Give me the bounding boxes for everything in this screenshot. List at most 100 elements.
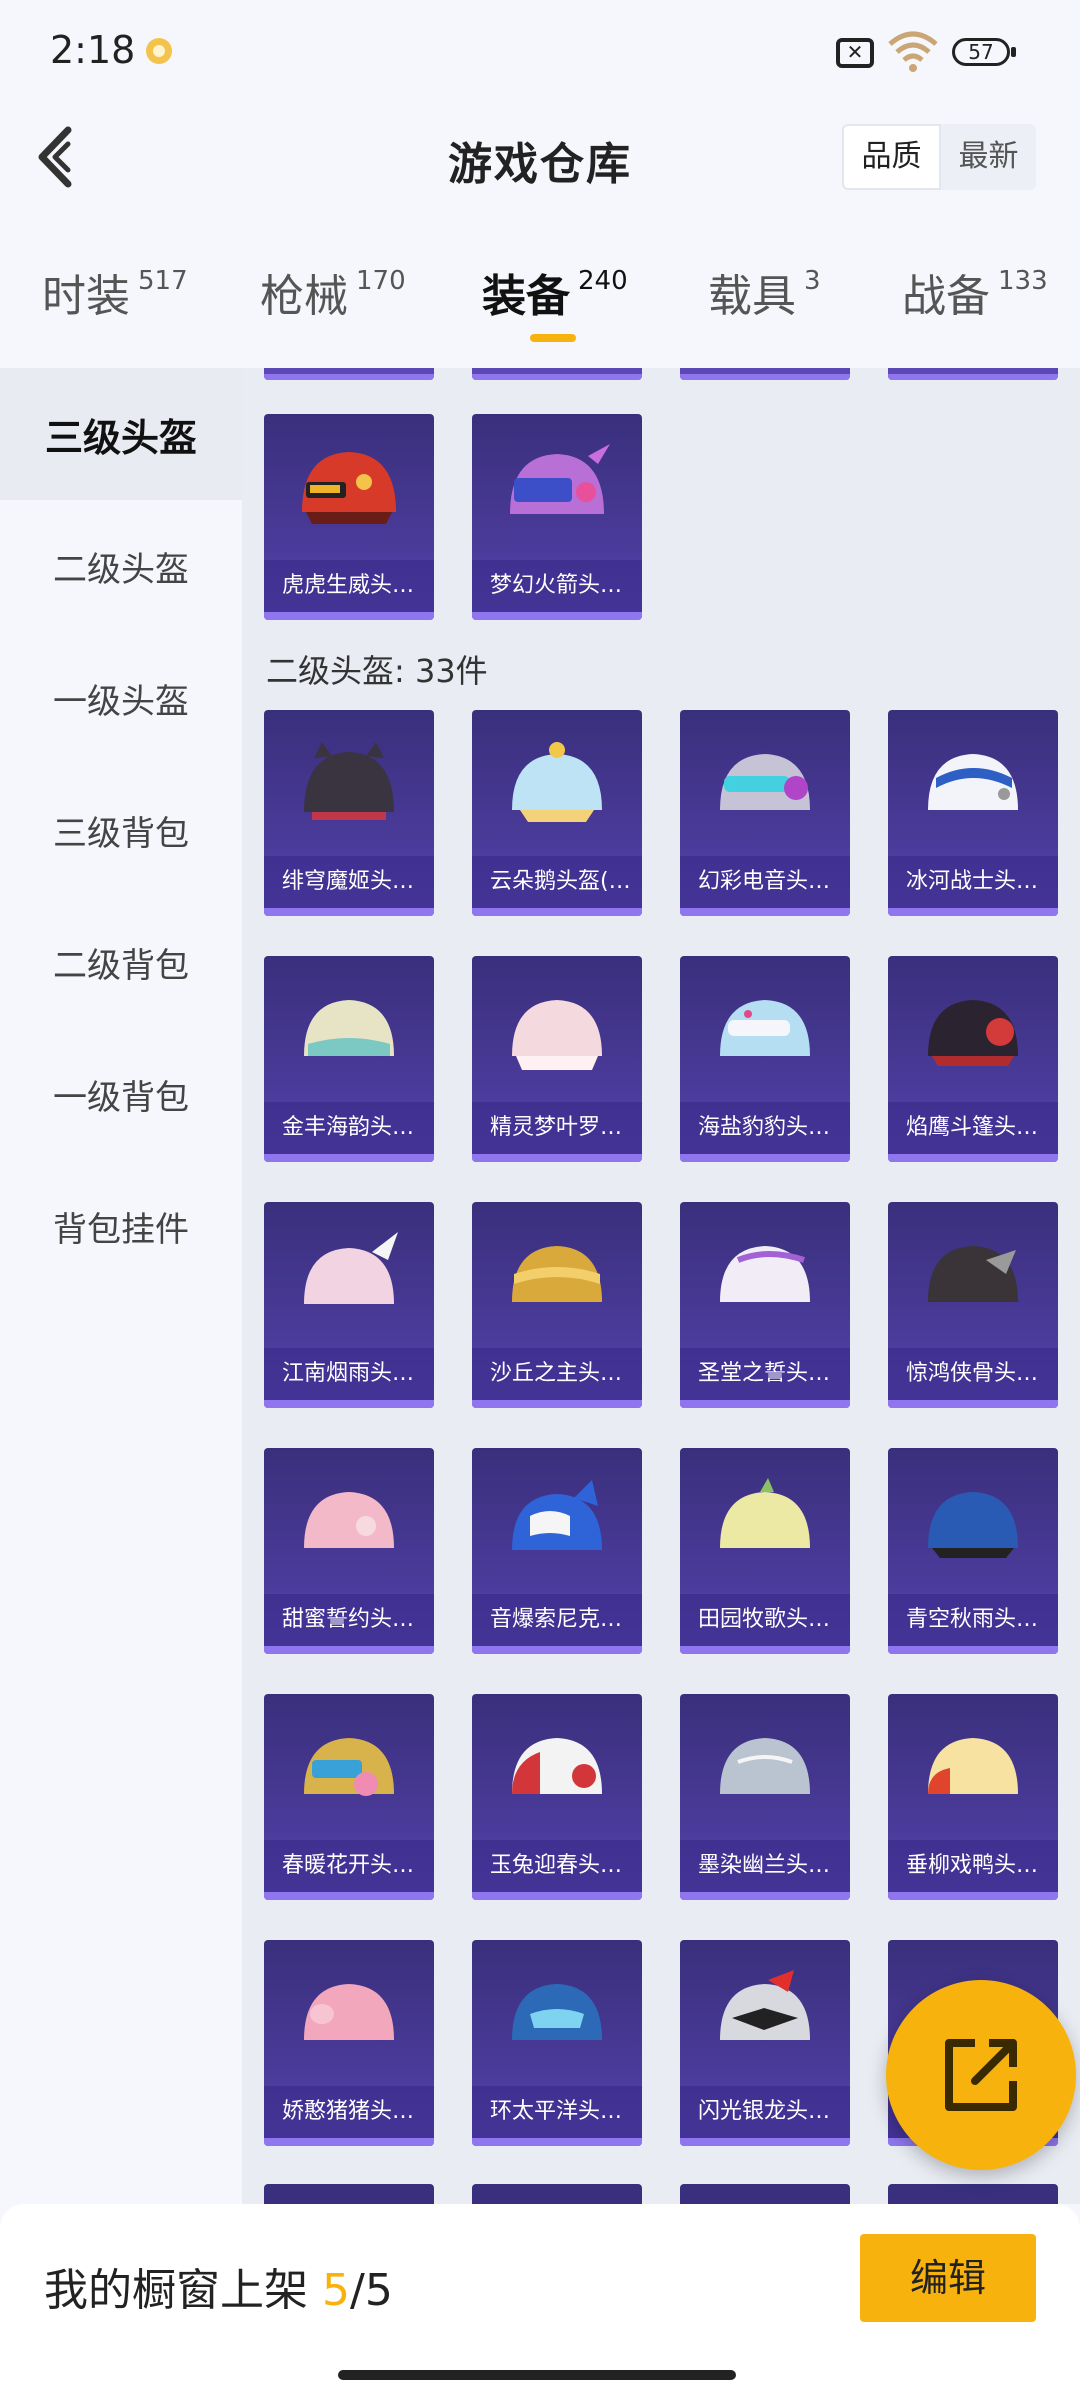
helmet-icon [304, 1492, 394, 1548]
tab-count: 3 [804, 266, 821, 296]
helmet-icon [512, 1984, 602, 2040]
item-name: 春暖花开头… [264, 1840, 434, 1892]
helmet-icon [928, 1738, 1018, 1794]
helmet-icon [720, 1000, 810, 1056]
sidebar-item-level1-backpack[interactable]: 一级背包 [0, 1028, 242, 1160]
helmet-icon [304, 1000, 394, 1056]
share-button[interactable] [886, 1980, 1076, 2170]
item-name: 沙丘之主头… [472, 1348, 642, 1400]
item-name: 环太平洋头… [472, 2086, 642, 2138]
item-name: 焰鹰斗篷头… [888, 1102, 1058, 1154]
item-name: 江南烟雨头… [264, 1348, 434, 1400]
item-tile[interactable]: 海盐豹豹头… [680, 956, 850, 1162]
helmet-icon [928, 1000, 1018, 1066]
list-item[interactable] [472, 2184, 642, 2204]
item-tile[interactable]: 田园牧歌头… [680, 1448, 850, 1654]
sidebar-item-level3-helmet[interactable]: 三级头盔 [0, 368, 242, 500]
item-name: 墨染幽兰头… [680, 1840, 850, 1892]
item-tile[interactable]: 精灵梦叶罗… [472, 956, 642, 1162]
helmet-icon [304, 1984, 394, 2040]
list-item[interactable] [264, 2184, 434, 2204]
sidebar-item-level2-backpack[interactable]: 二级背包 [0, 896, 242, 1028]
item-tile[interactable]: 娇憨猪猪头… [264, 1940, 434, 2146]
item-tile[interactable]: 沙丘之主头… [472, 1202, 642, 1408]
helmet-icon [720, 1246, 810, 1302]
helmet-icon [928, 1492, 1018, 1558]
item-name: 闪光银龙头… [680, 2086, 850, 2138]
item-tile[interactable]: 玉兔迎春头… [472, 1694, 642, 1900]
helmet-icon [512, 1000, 602, 1070]
sort-quality-button[interactable]: 品质 [842, 124, 941, 190]
item-name: 甜蜜誓约头… [264, 1594, 434, 1646]
item-tile[interactable]: 青空秋雨头… [888, 1448, 1058, 1654]
list-item[interactable] [680, 368, 850, 380]
item-tile[interactable]: 音爆索尼克… [472, 1448, 642, 1654]
tab-label: 时装 [42, 271, 130, 322]
notification-icon [146, 38, 172, 64]
list-item[interactable] [888, 2184, 1058, 2204]
item-tile[interactable]: 圣堂之誓头… [680, 1202, 850, 1408]
sidebar: 三级头盔 二级头盔 一级头盔 三级背包 二级背包 一级背包 背包挂件 [0, 368, 242, 2204]
sort-toggle[interactable]: 品质 最新 [842, 124, 1036, 190]
tab-fashion[interactable]: 时装 517 [42, 260, 188, 324]
item-name: 娇憨猪猪头… [264, 2086, 434, 2138]
item-tile[interactable]: 焰鹰斗篷头… [888, 956, 1058, 1162]
helmet-icon [304, 742, 394, 820]
list-item[interactable] [472, 368, 642, 380]
tab-equipment[interactable]: 装备 240 [482, 260, 628, 324]
item-grid: 虎虎生威头… 梦幻火箭头… 二级头盔: 33件 绯穹魔姬头… 云朵鹅头盔(… 幻… [242, 368, 1080, 2204]
home-indicator[interactable] [338, 2370, 736, 2380]
helmet-icon [512, 742, 602, 822]
item-tile[interactable]: 虎虎生威头… [264, 414, 434, 620]
item-tile[interactable]: 春暖花开头… [264, 1694, 434, 1900]
tab-supplies[interactable]: 战备 133 [902, 260, 1048, 324]
helmet-icon [512, 1480, 602, 1550]
showcase-separator: / [350, 2265, 365, 2316]
sidebar-item-backpack-pendant[interactable]: 背包挂件 [0, 1160, 242, 1292]
tab-label: 战备 [902, 271, 990, 322]
item-name: 惊鸿侠骨头… [888, 1348, 1058, 1400]
sort-latest-button[interactable]: 最新 [941, 124, 1036, 190]
showcase-max: 5 [364, 2265, 393, 2316]
item-tile[interactable]: 闪光银龙头… [680, 1940, 850, 2146]
item-name: 玉兔迎春头… [472, 1840, 642, 1892]
item-tile[interactable]: 幻彩电音头… [680, 710, 850, 916]
item-tile[interactable]: 惊鸿侠骨头… [888, 1202, 1058, 1408]
list-item[interactable] [680, 2184, 850, 2204]
sidebar-item-level1-helmet[interactable]: 一级头盔 [0, 632, 242, 764]
item-tile[interactable]: 墨染幽兰头… [680, 1694, 850, 1900]
helmet-icon [928, 1246, 1018, 1302]
tab-vehicles[interactable]: 载具 3 [708, 260, 821, 324]
item-tile[interactable]: 江南烟雨头… [264, 1202, 434, 1408]
item-tile[interactable]: 梦幻火箭头… [472, 414, 642, 620]
helmet-icon [510, 444, 610, 514]
item-tile[interactable]: 垂柳戏鸭头… [888, 1694, 1058, 1900]
item-name: 云朵鹅头盔(… [472, 856, 642, 908]
item-name: 青空秋雨头… [888, 1594, 1058, 1646]
item-name: 绯穹魔姬头… [264, 856, 434, 908]
helmet-icon [720, 1478, 810, 1548]
sidebar-item-level3-backpack[interactable]: 三级背包 [0, 764, 242, 896]
list-item[interactable] [888, 368, 1058, 380]
item-name: 虎虎生威头… [264, 560, 434, 612]
item-tile[interactable]: 甜蜜誓约头… [264, 1448, 434, 1654]
tab-weapons[interactable]: 枪械 170 [260, 260, 406, 324]
tab-count: 133 [998, 266, 1048, 296]
sidebar-item-level2-helmet[interactable]: 二级头盔 [0, 500, 242, 632]
item-tile[interactable]: 绯穹魔姬头… [264, 710, 434, 916]
item-tile[interactable]: 环太平洋头… [472, 1940, 642, 2146]
item-name: 幻彩电音头… [680, 856, 850, 908]
helmet-icon [928, 754, 1018, 810]
item-tile[interactable]: 金丰海韵头… [264, 956, 434, 1162]
item-tile[interactable]: 云朵鹅头盔(… [472, 710, 642, 916]
showcase-count: 5 [322, 2265, 350, 2316]
share-icon [945, 2039, 1017, 2111]
helmet-icon [720, 1970, 810, 2040]
wifi-icon [888, 31, 938, 72]
helmet-icon [304, 1232, 398, 1304]
helmet-icon [720, 754, 810, 810]
edit-button[interactable]: 编辑 [860, 2234, 1036, 2322]
helmet-icon [512, 1738, 602, 1794]
item-tile[interactable]: 冰河战士头… [888, 710, 1058, 916]
list-item[interactable] [264, 368, 434, 380]
